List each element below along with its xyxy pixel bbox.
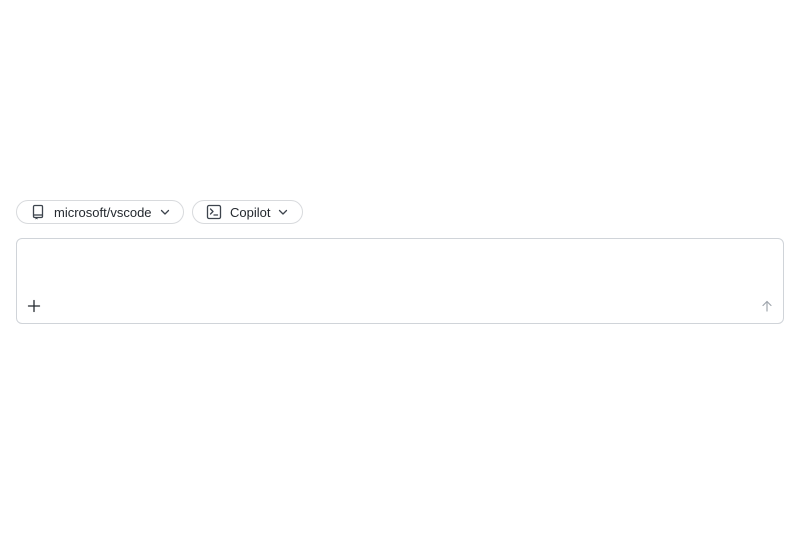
add-attachment-button[interactable] [26, 298, 42, 314]
repository-selector-label: microsoft/vscode [54, 204, 152, 220]
plus-icon [27, 299, 41, 313]
context-selector-row: microsoft/vscode Copilot [16, 200, 303, 224]
repository-selector[interactable]: microsoft/vscode [16, 200, 184, 224]
prompt-composer [16, 238, 784, 324]
arrow-up-icon [761, 300, 773, 312]
prompt-input[interactable] [29, 249, 773, 291]
chevron-down-icon [277, 206, 289, 218]
chevron-down-icon [159, 206, 171, 218]
agent-selector[interactable]: Copilot [192, 200, 303, 224]
repo-icon [30, 204, 46, 220]
agent-selector-label: Copilot [230, 204, 271, 220]
send-button[interactable] [760, 299, 774, 313]
page: microsoft/vscode Copilot [0, 0, 800, 560]
terminal-icon [206, 204, 222, 220]
